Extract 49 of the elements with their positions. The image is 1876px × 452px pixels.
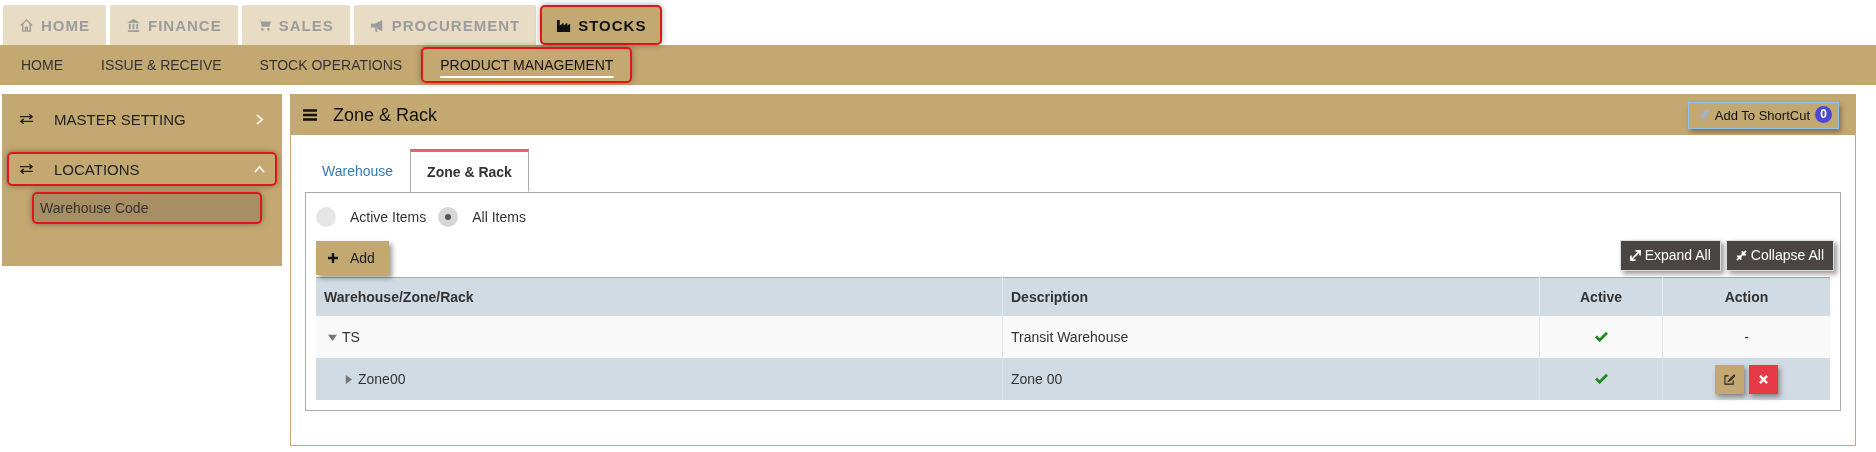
radio-label: All Items	[472, 209, 526, 225]
swap-arrows-icon	[19, 113, 34, 125]
delete-button[interactable]	[1749, 364, 1778, 394]
swap-arrows-icon	[19, 163, 34, 175]
rocket-icon	[1696, 108, 1711, 122]
sub-nav-link[interactable]: STOCK OPERATIONS	[240, 47, 422, 83]
collapse-all-button[interactable]: Collapse All	[1725, 239, 1834, 271]
column-header: Active	[1539, 277, 1663, 316]
home-icon	[19, 17, 34, 33]
edit-icon	[1724, 373, 1735, 385]
menu-icon[interactable]	[303, 109, 317, 121]
sub-nav-link[interactable]: HOME	[2, 47, 82, 83]
table-cell: Transit Warehouse	[1011, 329, 1129, 345]
count-badge: 0	[1815, 105, 1832, 123]
sub-nav-link[interactable]: PRODUCT MANAGEMENT	[421, 47, 633, 83]
chevron-right-icon	[254, 113, 265, 125]
sub-nav-link[interactable]: ISSUE & RECEIVE	[82, 47, 241, 83]
sidebar-item[interactable]: LOCATIONS	[7, 152, 277, 186]
radio-label: Active Items	[350, 209, 427, 225]
sidebar-item[interactable]: MASTER SETTING	[7, 102, 277, 136]
tree-node-label: TS	[342, 329, 360, 346]
column-header: Warehouse/Zone/Rack	[316, 277, 1003, 316]
bank-icon	[126, 17, 141, 33]
factory-icon	[556, 17, 572, 33]
add-to-shortcut-button[interactable]: Add To ShortCut 0	[1687, 101, 1839, 129]
cart-icon	[257, 18, 272, 32]
table-cell: -	[1744, 329, 1749, 345]
column-header: Action	[1662, 277, 1830, 316]
megaphone-icon	[369, 17, 385, 33]
chevron-up-icon	[254, 163, 265, 175]
column-header: Description	[1002, 277, 1540, 316]
expand-arrows-icon	[1629, 249, 1641, 261]
sidebar-subitem[interactable]: Warehouse Code	[32, 192, 262, 224]
expand-all-button[interactable]: Expand All	[1619, 239, 1721, 271]
panel-title: Zone & Rack	[333, 104, 439, 126]
close-icon	[1759, 374, 1768, 384]
expand-toggle-icon[interactable]	[344, 374, 353, 384]
edit-button[interactable]	[1715, 364, 1744, 394]
collapse-arrows-icon	[1735, 249, 1747, 261]
tab[interactable]: Zone & Rack	[410, 149, 529, 192]
plus-icon	[328, 253, 338, 263]
tab[interactable]: Warehouse	[305, 149, 411, 192]
add-button[interactable]: Add	[316, 241, 389, 275]
tree-node-label: Zone00	[358, 371, 406, 388]
expand-toggle-icon[interactable]	[328, 332, 337, 342]
module-tab[interactable]: STOCKS	[540, 5, 663, 45]
radio-button[interactable]	[438, 207, 459, 227]
radio-button[interactable]	[316, 207, 336, 227]
table-cell: Zone 00	[1011, 371, 1063, 387]
